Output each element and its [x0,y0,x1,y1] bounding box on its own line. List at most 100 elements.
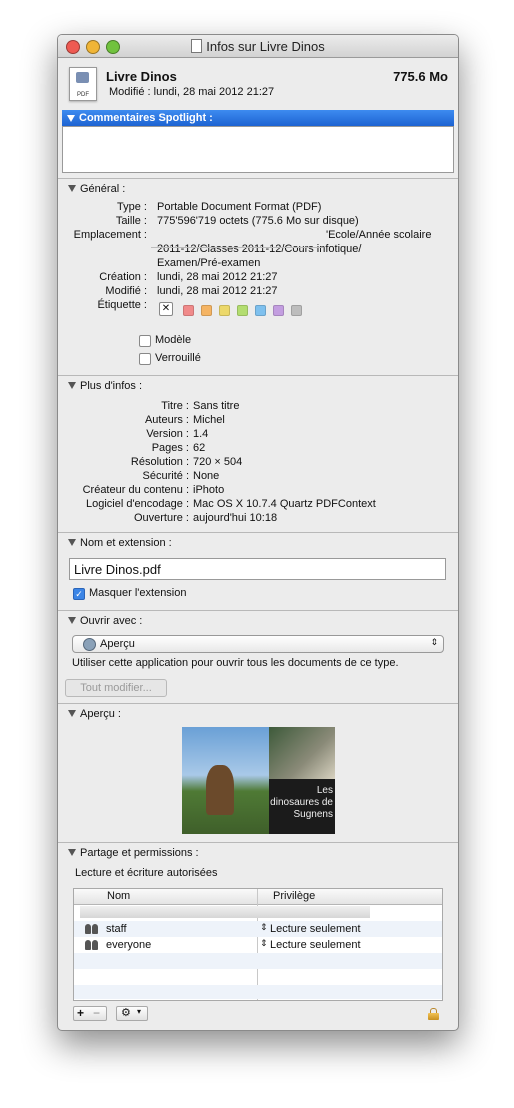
more-info-label: Résolution : [130,456,189,468]
general-row-value: lundi, 28 mai 2012 21:27 [157,271,278,283]
spotlight-header[interactable]: Commentaires Spotlight : [62,110,454,126]
more-info-label: Ouverture : [133,512,189,524]
more-info-value: None [193,470,220,482]
label-color-swatch[interactable] [237,305,248,316]
label-color-swatch[interactable] [201,305,212,316]
mammoth-shape [206,765,234,815]
general-row-value: 2011-12/Classes 2011-12/Cours infotique/ [157,243,362,255]
stationery-label: Modèle [155,334,192,346]
file-name-input-value: Livre Dinos.pdf [74,562,161,577]
modified-date: Modifié : lundi, 28 mai 2012 21:27 [109,86,275,98]
permissions-table: Nom Privilège staff ⇕ Lecture seulement eve… [73,888,443,1001]
hide-extension-checkbox[interactable]: ✓ [73,588,85,600]
person-shape [92,940,98,950]
name-extension-title: Nom et extension : [80,537,172,549]
spotlight-comments-field[interactable] [62,126,454,173]
label-color-swatch[interactable] [219,305,230,316]
pdf-preview-icon [76,72,89,83]
sharing-summary: Lecture et écriture autorisées [75,867,218,879]
more-info-value: iPhoto [193,484,225,496]
location-redacted-bar [151,247,323,248]
popup-updown-icon: ⇕ [430,637,438,647]
table-stripe [74,953,442,969]
general-row-label: Création : [99,271,147,283]
more-info-label: Version : [146,428,189,440]
overlay-line: dinosaures de [270,797,333,808]
table-stripe [74,985,442,999]
locked-checkbox[interactable] [139,353,151,365]
general-row-value: 775'596'719 octets (775.6 Mo sur disque) [157,215,359,227]
general-row-label: Taille : [115,215,147,227]
more-info-value: aujourd'hui 10:18 [193,512,278,524]
more-info-label: Titre : [161,400,189,412]
disclosure-triangle-icon[interactable] [68,849,76,856]
permission-privilege[interactable]: Lecture seulement [270,939,361,951]
remove-user-button[interactable]: − [93,1006,100,1020]
more-info-value: Mac OS X 10.7.4 Quartz PDFContext [193,498,376,510]
label-color-swatch[interactable] [255,305,266,316]
general-row-label: Modifié : [105,285,147,297]
preview-overlay-text: Les dinosaures de Sugnens [270,785,333,821]
group-icon [85,924,99,934]
more-info-label: Sécurité : [142,470,189,482]
dinosaur-photo [269,727,335,779]
general-row-value: Portable Document Format (PDF) [157,201,322,213]
column-privilege[interactable]: Privilège [273,890,315,902]
more-info-value: Michel [193,414,225,426]
open-with-description: Utiliser cette application pour ouvrir t… [72,657,399,669]
more-info-value: 62 [193,442,206,454]
more-info-label: Créateur du contenu : [82,484,189,496]
disclosure-triangle-icon[interactable] [67,115,75,122]
window-title-area: Infos sur Livre Dinos [58,39,458,54]
overlay-line: Sugnens [293,809,333,820]
open-with-app: Aperçu [100,638,135,650]
general-row-value: 'Ecole/Année scolaire [326,229,432,241]
person-shape [85,924,91,934]
disclosure-triangle-icon[interactable] [68,710,76,717]
disclosure-triangle-icon[interactable] [68,539,76,546]
general-title: Général : [80,183,126,195]
file-name-input[interactable]: Livre Dinos.pdf [69,558,446,580]
permission-privilege[interactable]: Lecture seulement [270,923,361,935]
action-menu-button[interactable]: ⚙ ▾ [116,1006,148,1021]
more-info-title: Plus d'infos : [80,380,143,392]
add-remove-control: + − [73,1006,107,1021]
spotlight-title: Commentaires Spotlight : [79,112,213,124]
more-info-value: 1.4 [193,428,209,440]
stationery-checkbox[interactable] [139,335,151,347]
more-info-label: Auteurs : [144,414,189,426]
general-row-value: lundi, 28 mai 2012 21:27 [157,285,278,297]
spotlight-section: Commentaires Spotlight : [62,110,454,173]
open-with-popup[interactable]: Aperçu ⇕ [72,635,444,653]
label-color-swatch[interactable] [183,305,194,316]
add-user-button[interactable]: + [77,1006,84,1020]
preview-title: Aperçu : [80,708,121,720]
sharing-title: Partage et permissions : [80,847,199,859]
label-color-swatch[interactable] [273,305,284,316]
general-row-label: Type : [117,201,147,213]
more-info-label: Pages : [151,442,189,454]
privilege-stepper-icon[interactable]: ⇕ [260,938,268,949]
disclosure-triangle-icon[interactable] [68,617,76,624]
disclosure-triangle-icon[interactable] [68,382,76,389]
document-icon [191,39,203,53]
locked-label: Verrouillé [155,352,201,364]
pdf-file-icon: PDF [69,67,97,101]
change-all-button[interactable]: Tout modifier... [65,679,167,697]
group-icon [85,940,99,950]
disclosure-triangle-icon[interactable] [68,185,76,192]
preview-thumbnail: Les dinosaures de Sugnens [182,727,335,834]
lock-icon[interactable] [428,1008,439,1020]
general-row-value: Examen/Pré-examen [157,257,261,269]
file-size: 775.6 Mo [393,69,448,84]
privilege-stepper-icon[interactable]: ⇕ [260,922,268,933]
label-color-swatch[interactable] [291,305,302,316]
table-header: Nom Privilège [74,889,442,1000]
no-label-swatch[interactable]: ✕ [159,302,173,316]
pdf-icon-label: PDF [77,92,89,98]
info-window: Infos sur Livre Dinos PDF Livre Dinos 77… [57,34,459,1031]
gear-icon: ⚙ [121,1007,131,1019]
column-name[interactable]: Nom [107,890,130,902]
more-info-value: 720 × 504 [193,456,243,468]
permission-user-name: everyone [106,939,152,951]
